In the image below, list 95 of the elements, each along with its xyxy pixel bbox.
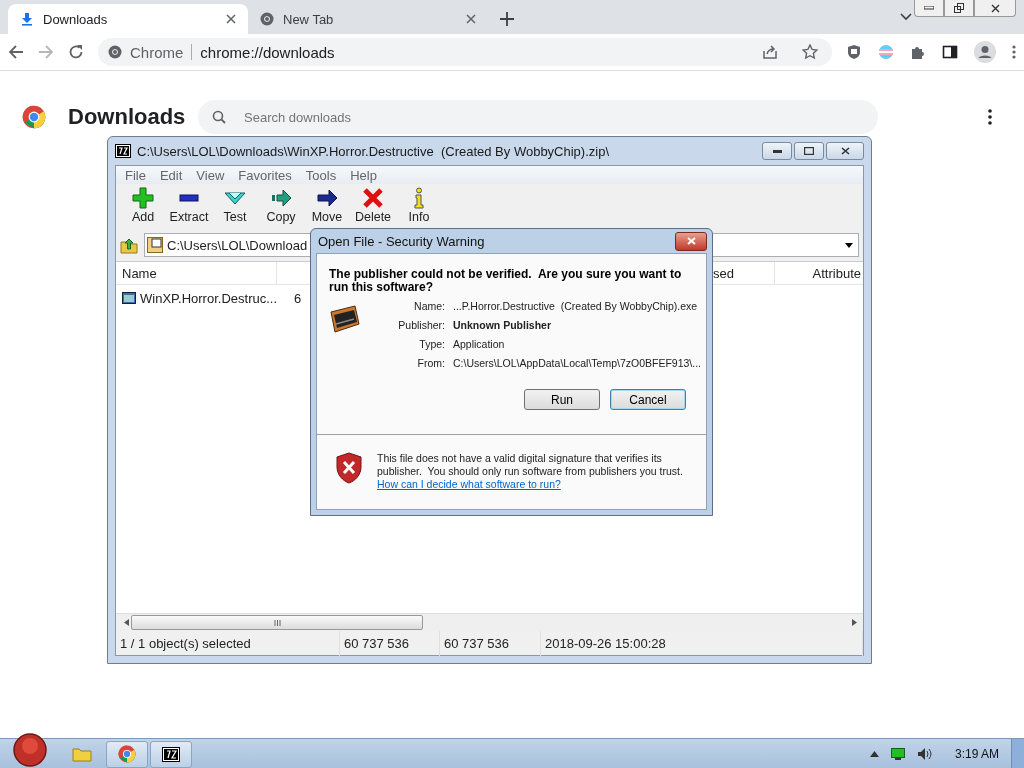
- close-button[interactable]: [675, 231, 707, 251]
- toolbar-button[interactable]: Delete: [350, 187, 396, 224]
- menu-item[interactable]: Favorites: [231, 167, 299, 183]
- close-icon: [990, 3, 1000, 13]
- field-value: Application: [453, 338, 506, 350]
- menu-item[interactable]: Tools: [298, 167, 344, 183]
- application-icon: [329, 304, 361, 334]
- scroll-right-icon[interactable]: [852, 619, 857, 626]
- toolbar-button[interactable]: Add: [120, 187, 166, 224]
- close-button[interactable]: [974, 0, 1016, 17]
- start-orb-icon[interactable]: [12, 732, 48, 768]
- field-value: C:\Users\LOL\AppData\Local\Temp\7zO0BFEF913\...: [453, 357, 702, 369]
- status-text: 60 737 536: [440, 631, 541, 656]
- grip-icon: [273, 619, 281, 626]
- download-icon: [20, 12, 34, 26]
- address-bar[interactable]: Chrome chrome://downloads: [98, 38, 832, 66]
- field-label: From:: [416, 357, 445, 369]
- clock[interactable]: 3:19 AM: [954, 747, 999, 761]
- toolbar-button[interactable]: Copy: [258, 187, 304, 224]
- toolbar-button[interactable]: Move: [304, 187, 350, 224]
- scroll-left-icon[interactable]: [124, 619, 129, 626]
- share-icon[interactable]: [762, 44, 778, 60]
- close-icon: [686, 237, 696, 245]
- archive-icon: [115, 144, 131, 158]
- field-label: Type:: [418, 338, 445, 350]
- toolbar-button[interactable]: Extract: [166, 187, 212, 224]
- arrow-right-icon: [316, 187, 338, 209]
- column-header[interactable]: Name: [122, 266, 157, 281]
- minimize-icon: [772, 149, 782, 153]
- browser-tab[interactable]: Downloads: [8, 4, 248, 34]
- menu-icon[interactable]: [988, 109, 992, 125]
- archive-icon: [147, 237, 163, 253]
- menu-item[interactable]: View: [189, 167, 232, 183]
- star-icon[interactable]: [802, 44, 818, 60]
- restore-icon: [954, 3, 964, 13]
- tray-arrow-icon[interactable]: [869, 751, 879, 757]
- scrollbar-thumb[interactable]: [131, 615, 423, 630]
- close-button[interactable]: [826, 142, 864, 160]
- field-value: Unknown Publisher: [453, 319, 552, 331]
- plus-icon: [132, 187, 154, 209]
- arrow-right-icon: [270, 187, 292, 209]
- close-icon[interactable]: [226, 14, 236, 24]
- search-field[interactable]: Search downloads: [198, 100, 878, 134]
- field-label: Name:: [413, 300, 445, 312]
- speaker-icon[interactable]: [916, 747, 933, 761]
- x-icon: [362, 187, 384, 209]
- status-text: 2018-09-26 15:00:28: [541, 631, 863, 656]
- chrome-logo-icon: [22, 105, 46, 129]
- back-icon[interactable]: [8, 44, 24, 60]
- close-icon: [840, 147, 850, 155]
- help-link[interactable]: How can I decide what software to run?: [377, 478, 561, 490]
- minimize-button[interactable]: [762, 142, 792, 160]
- chrome-logo-icon: [118, 745, 136, 763]
- field-label: Publisher:: [397, 319, 445, 331]
- file-name[interactable]: WinXP.Horror.Destruc...: [140, 290, 278, 306]
- dialog-heading: The publisher could not be verified. Are you sure you want to run this software?: [329, 268, 683, 294]
- status-text: 1 / 1 object(s) selected: [116, 631, 340, 656]
- close-icon[interactable]: [466, 14, 476, 24]
- field-value: ...P.Horror.Destructive (Created By WobbyChip).exe: [453, 300, 699, 312]
- profile-icon[interactable]: [974, 41, 996, 63]
- side-panel-icon[interactable]: [942, 44, 958, 60]
- restore-button[interactable]: [944, 0, 974, 17]
- page-title: Downloads: [68, 104, 186, 130]
- plus-icon[interactable]: [500, 12, 514, 26]
- browser-tab[interactable]: New Tab: [248, 4, 488, 34]
- taskbar-button[interactable]: [150, 740, 192, 768]
- search-icon: [212, 110, 226, 124]
- warning-text: This file does not have a valid digital signature that verifies its publisher. You should only run software from publishers you trust.: [377, 452, 684, 478]
- dialog-title: Open File - Security Warning: [317, 233, 486, 249]
- minimize-icon: [924, 6, 934, 10]
- maximize-button[interactable]: [794, 142, 824, 160]
- run-button[interactable]: Run: [524, 389, 600, 410]
- toolbar-button[interactable]: Info: [396, 187, 442, 224]
- application-icon: [122, 292, 136, 304]
- maximize-icon: [804, 147, 814, 155]
- column-header[interactable]: Attribute: [812, 266, 861, 281]
- archive-icon: [162, 746, 180, 762]
- menu-item[interactable]: Edit: [152, 167, 190, 183]
- window-title: C:\Users\LOL\Downloads\WinXP.Horror.Destructive (Created By WobbyChip).zip\: [137, 143, 611, 159]
- table-cell-text: 6: [293, 290, 303, 306]
- folder-up-icon[interactable]: [120, 236, 138, 254]
- toolbar-button[interactable]: Test: [212, 187, 258, 224]
- shield-error-icon: [335, 452, 363, 484]
- network-icon[interactable]: [890, 748, 905, 760]
- menu-item[interactable]: Help: [343, 167, 384, 183]
- menu-item[interactable]: File: [118, 167, 153, 183]
- column-header[interactable]: sed: [713, 266, 734, 281]
- dropdown-icon: [845, 242, 853, 248]
- puzzle-icon[interactable]: [910, 44, 926, 60]
- cancel-button[interactable]: Cancel: [610, 389, 686, 410]
- status-text: 60 737 536: [340, 631, 440, 656]
- shield-icon[interactable]: [846, 44, 862, 60]
- reload-icon[interactable]: [68, 44, 84, 60]
- menu-icon[interactable]: [1012, 45, 1016, 59]
- chevron-down-icon[interactable]: [900, 13, 912, 21]
